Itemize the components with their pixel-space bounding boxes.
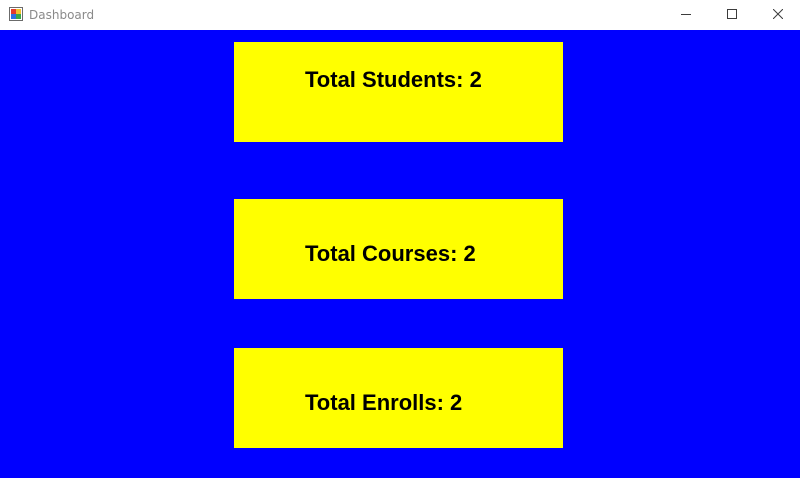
close-button[interactable] xyxy=(755,0,801,30)
maximize-button[interactable] xyxy=(709,0,755,30)
total-courses-label: Total Courses: 2 xyxy=(305,241,476,266)
total-enrolls-label: Total Enrolls: 2 xyxy=(305,390,463,415)
close-icon xyxy=(772,6,784,24)
total-students-label: Total Students: 2 xyxy=(305,67,482,92)
app-icon[interactable] xyxy=(9,7,23,21)
minimize-icon xyxy=(681,6,691,24)
total-students-card: Total Students: 2 xyxy=(234,42,563,142)
window-title: Dashboard xyxy=(29,8,95,22)
maximize-icon xyxy=(727,6,737,24)
total-enrolls-card: Total Enrolls: 2 xyxy=(234,348,563,448)
dashboard-panel: Total Students: 2 Total Courses: 2 Total… xyxy=(0,30,800,478)
title-bar[interactable]: Dashboard xyxy=(0,0,801,30)
dashboard-window: Dashboard Total Students: 2 Total Course… xyxy=(0,0,801,481)
minimize-button[interactable] xyxy=(663,0,709,30)
total-courses-card: Total Courses: 2 xyxy=(234,199,563,299)
